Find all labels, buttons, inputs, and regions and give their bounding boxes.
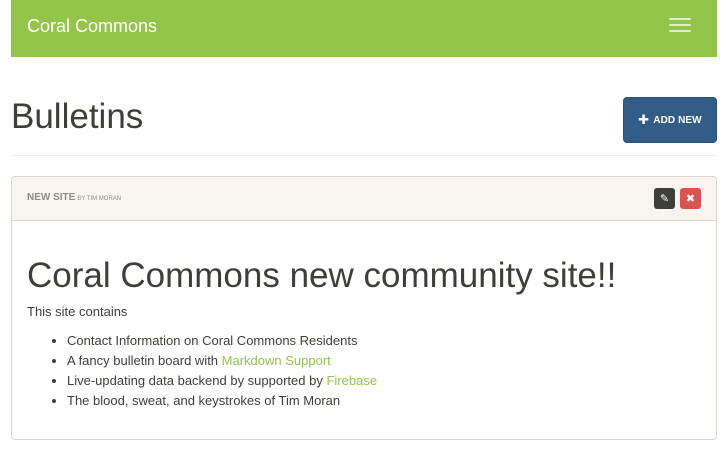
navbar-brand[interactable]: Coral Commons	[27, 16, 157, 36]
close-icon: ✖	[685, 193, 696, 205]
bulletin-panel: NEW SITE BY TIM MORAN ✎ ✖ Coral Commons n…	[11, 176, 717, 440]
navbar: Coral Commons	[11, 0, 717, 57]
add-new-label: ADD NEW	[653, 114, 702, 126]
bulletin-byline: BY TIM MORAN	[77, 196, 122, 202]
hamburger-menu-icon[interactable]	[669, 17, 691, 33]
bulletin-title-wrap: NEW SITE BY TIM MORAN	[27, 192, 121, 203]
markdown-support-link[interactable]: Markdown Support	[222, 353, 331, 368]
bulletin-header: NEW SITE BY TIM MORAN ✎ ✖	[12, 177, 716, 221]
bulletin-heading: Coral Commons new community site!!	[27, 256, 617, 295]
list-item: A fancy bulletin board with Markdown Sup…	[67, 351, 701, 371]
page-title: Bulletins	[11, 97, 144, 136]
bulletin-body: Coral Commons new community site!! This …	[12, 255, 716, 411]
bulletin-title: NEW SITE	[27, 192, 76, 203]
add-new-button[interactable]: ✚ ADD NEW	[623, 97, 717, 143]
bulletin-list: Contact Information on Coral Commons Res…	[27, 331, 701, 411]
delete-button[interactable]: ✖	[680, 188, 701, 209]
list-item: Contact Information on Coral Commons Res…	[67, 331, 701, 351]
plus-icon: ✚	[638, 112, 650, 127]
edit-icon: ✎	[659, 193, 670, 205]
firebase-link[interactable]: Firebase	[326, 373, 377, 388]
list-item: The blood, sweat, and keystrokes of Tim …	[67, 391, 701, 411]
edit-button[interactable]: ✎	[654, 188, 675, 209]
bulletin-intro: This site contains	[27, 304, 128, 319]
list-item: Live-updating data backend by supported …	[67, 371, 701, 391]
divider	[11, 155, 717, 156]
